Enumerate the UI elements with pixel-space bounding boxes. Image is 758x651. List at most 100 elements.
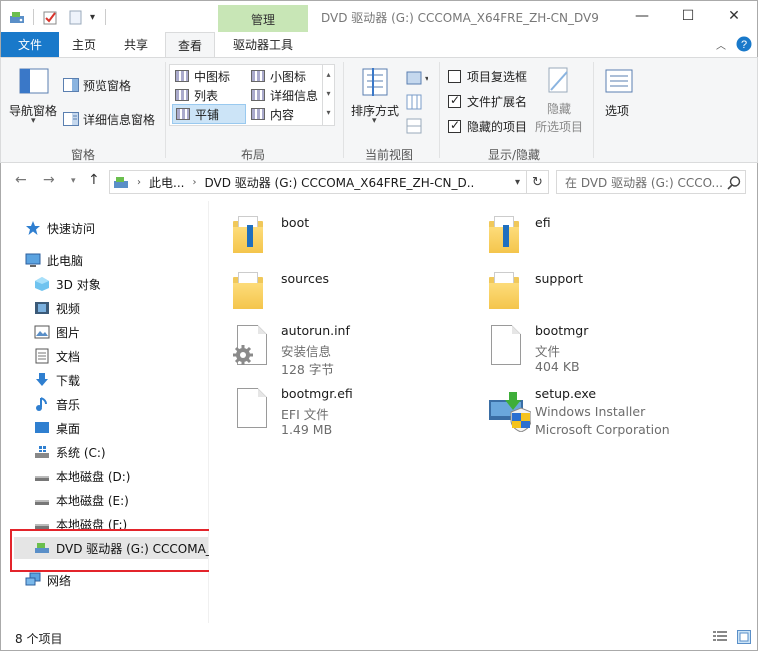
nav-network[interactable]: 网络 <box>25 569 71 591</box>
svg-text:▾: ▾ <box>425 74 428 83</box>
search-input[interactable]: 在 DVD 驱动器 (G:) CCCO... <box>556 170 746 194</box>
nav-documents[interactable]: 文档 <box>34 345 80 367</box>
gallery-scroll[interactable]: ▴ ▾ ▾ <box>322 65 334 125</box>
breadcrumb-this-pc[interactable]: 此电... <box>149 174 184 191</box>
medium-icons-icon <box>175 70 189 82</box>
search-icon[interactable] <box>727 176 741 190</box>
recent-locations-button[interactable]: ▾ <box>71 176 76 186</box>
list-item-efi[interactable]: efi <box>489 211 709 261</box>
nav-this-pc[interactable]: 此电脑 <box>25 249 83 271</box>
minimize-button[interactable]: — <box>619 1 665 31</box>
options-icon[interactable] <box>604 66 634 96</box>
hidden-items-checkbox[interactable] <box>448 118 461 133</box>
star-icon <box>25 220 41 236</box>
nav-local-e[interactable]: 本地磁盘 (E:) <box>34 489 129 511</box>
tab-drive-tools[interactable]: 驱动器工具 <box>218 32 308 57</box>
nav-videos[interactable]: 视频 <box>34 297 80 319</box>
address-bar[interactable]: › 此电... › DVD 驱动器 (G:) CCCOMA_X64FRE_ZH-… <box>109 170 527 194</box>
hidden-items-label: 隐藏的项目 <box>467 120 528 134</box>
large-icons-view-icon[interactable] <box>737 630 751 644</box>
hard-drive-icon <box>34 492 50 508</box>
group-by-icon[interactable]: ▾ <box>406 70 428 86</box>
folder-icon <box>233 269 263 309</box>
picture-icon <box>34 324 50 340</box>
tab-share[interactable]: 共享 <box>111 32 161 57</box>
layout-small-icons[interactable]: 小图标 <box>248 66 322 86</box>
preview-pane-icon[interactable] <box>63 78 79 92</box>
current-view-group-label: 当前视图 <box>365 148 414 162</box>
add-columns-icon[interactable] <box>406 94 422 110</box>
address-dropdown-icon[interactable]: ▾ <box>515 177 520 188</box>
window-title: DVD 驱动器 (G:) CCCOMA_X64FRE_ZH-CN_DV9 <box>321 11 599 25</box>
customize-qat-icon[interactable]: ▾ <box>90 12 95 23</box>
help-icon[interactable]: ? <box>736 36 752 52</box>
list-item-boot[interactable]: boot <box>233 211 453 261</box>
chevron-down-icon[interactable]: ▾ <box>31 116 36 126</box>
new-folder-icon[interactable] <box>68 9 84 25</box>
nav-3d-objects[interactable]: 3D 对象 <box>34 273 101 295</box>
list-item-sources[interactable]: sources <box>233 267 453 317</box>
refresh-icon[interactable]: ↻ <box>527 170 549 194</box>
nav-quick-access[interactable]: 快速访问 <box>25 217 95 239</box>
breadcrumb-dvd-drive[interactable]: DVD 驱动器 (G:) CCCOMA_X64FRE_ZH-CN_D... <box>204 174 474 191</box>
options-button[interactable]: 选项 <box>605 102 629 119</box>
tiles-icon <box>176 108 190 120</box>
ribbon-tabs: 文件 主页 共享 查看 驱动器工具 <box>0 32 758 58</box>
nav-downloads[interactable]: 下载 <box>34 369 80 391</box>
ribbon-controls: ︿ ? <box>716 36 752 52</box>
tab-view[interactable]: 查看 <box>165 32 215 58</box>
small-icons-icon <box>251 70 265 82</box>
nav-pictures[interactable]: 图片 <box>34 321 80 343</box>
layout-details[interactable]: 详细信息 <box>248 85 322 105</box>
hide-selected-icon[interactable] <box>547 66 571 96</box>
chevron-down-icon[interactable]: ▾ <box>372 116 377 126</box>
layout-content[interactable]: 内容 <box>248 104 322 124</box>
drive-icon <box>114 177 128 188</box>
back-button[interactable]: ← <box>15 172 27 188</box>
list-item-bootmgr-efi[interactable]: bootmgr.efi EFI 文件 1.49 MB <box>233 386 453 442</box>
chevron-up-icon[interactable]: ︿ <box>716 37 726 52</box>
hide-selected-button[interactable]: 隐藏 <box>547 100 571 117</box>
folder-icon <box>489 213 519 253</box>
nav-desktop[interactable]: 桌面 <box>34 417 80 439</box>
folder-icon <box>489 269 519 309</box>
tab-home[interactable]: 主页 <box>59 32 109 57</box>
item-count: 8 个项目 <box>15 632 63 646</box>
maximize-button[interactable]: ☐ <box>665 1 711 31</box>
layout-list[interactable]: 列表 <box>172 85 246 105</box>
sort-by-icon[interactable] <box>359 66 391 98</box>
item-checkboxes-checkbox[interactable] <box>448 70 461 83</box>
file-extensions-label: 文件扩展名 <box>467 95 528 109</box>
file-icon <box>237 388 267 428</box>
list-item-bootmgr[interactable]: bootmgr 文件 404 KB <box>489 323 709 379</box>
navigation-pane-icon[interactable] <box>19 68 49 96</box>
tab-manage[interactable]: 管理 <box>218 5 308 33</box>
nav-music[interactable]: 音乐 <box>34 393 80 415</box>
layout-tiles[interactable]: 平铺 <box>172 104 246 124</box>
close-button[interactable]: ✕ <box>711 1 757 31</box>
layout-medium-icons[interactable]: 中图标 <box>172 66 246 86</box>
nav-local-d[interactable]: 本地磁盘 (D:) <box>34 465 130 487</box>
music-note-icon <box>34 396 50 412</box>
layout-group-label: 布局 <box>241 148 266 162</box>
file-icon <box>491 325 521 365</box>
network-icon <box>25 572 41 588</box>
details-pane-icon[interactable] <box>63 112 79 126</box>
up-button[interactable]: ↑ <box>88 172 100 188</box>
list-item-support[interactable]: support <box>489 267 709 317</box>
chevron-right-icon: › <box>137 176 141 188</box>
hard-drive-icon <box>34 468 50 484</box>
desktop-icon <box>34 420 50 436</box>
divider <box>439 62 440 158</box>
file-extensions-checkbox[interactable] <box>448 93 461 108</box>
forward-button[interactable]: → <box>43 172 55 188</box>
list-item-autorun-inf[interactable]: autorun.inf 安装信息 128 字节 <box>233 323 453 379</box>
nav-system-c[interactable]: 系统 (C:) <box>34 441 106 463</box>
tab-file[interactable]: 文件 <box>1 32 59 57</box>
properties-icon[interactable] <box>42 9 58 25</box>
list-item-setup-exe[interactable]: setup.exe Windows Installer Microsoft Co… <box>487 386 737 442</box>
details-view-icon[interactable] <box>713 631 727 643</box>
size-columns-icon[interactable] <box>406 118 422 134</box>
preview-pane-button[interactable]: 预览窗格 <box>83 77 131 94</box>
details-pane-button[interactable]: 详细信息窗格 <box>83 111 155 128</box>
